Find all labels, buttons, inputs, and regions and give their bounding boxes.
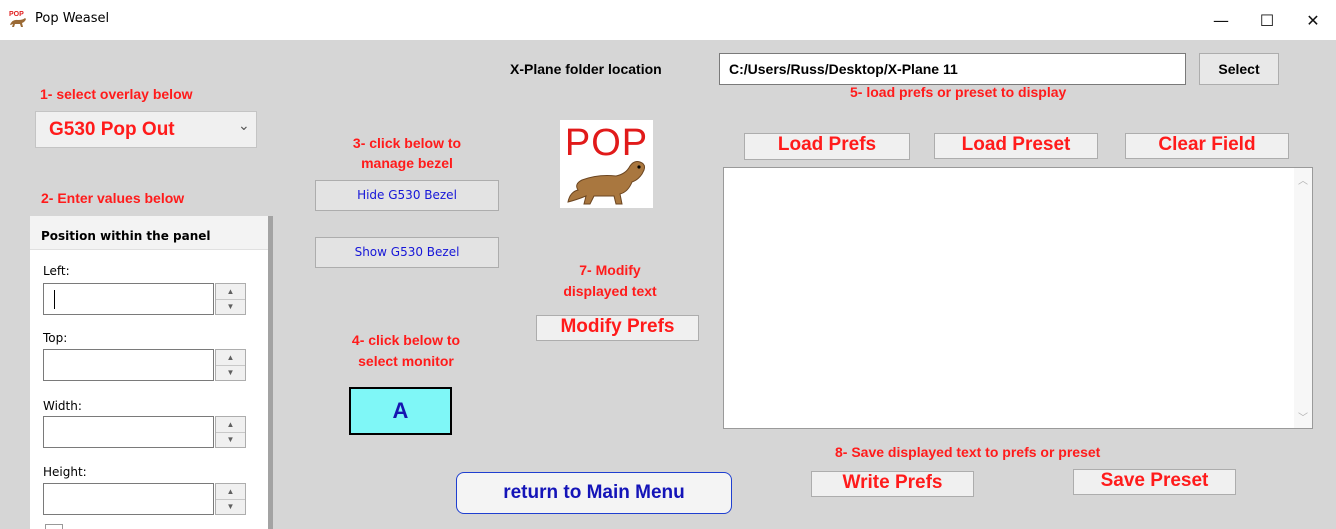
step3-label-line2: manage bezel — [361, 155, 453, 171]
stepper-up-icon[interactable]: ▲ — [216, 350, 245, 366]
stepper-down-icon[interactable]: ▼ — [216, 365, 245, 380]
step2-label: 2- Enter values below — [41, 190, 185, 206]
maximize-button[interactable]: ☐ — [1244, 0, 1290, 40]
pop-weasel-icon: POP — [9, 11, 26, 27]
stepper-up-icon[interactable]: ▲ — [216, 284, 245, 300]
main-client-area: X-Plane folder location C:/Users/Russ/De… — [0, 40, 1336, 529]
scroll-down-icon[interactable]: ﹀ — [1298, 409, 1308, 424]
step1-label: 1- select overlay below — [40, 86, 193, 102]
overlay-selected-value: G530 Pop Out — [49, 119, 175, 140]
return-main-menu-button[interactable]: return to Main Menu — [456, 472, 732, 514]
width-stepper[interactable]: ▲ ▼ — [215, 416, 246, 448]
width-input[interactable] — [43, 416, 214, 448]
step8-label: 8- Save displayed text to prefs or prese… — [835, 444, 1101, 460]
title-bar: POP Pop Weasel — ☐ ✕ — [0, 0, 1336, 40]
pop-logo: POP — [560, 120, 653, 208]
svg-text:POP: POP — [9, 11, 24, 18]
step3-label: 3- click below to manage bezel — [314, 133, 500, 173]
height-input[interactable] — [43, 483, 214, 515]
prefs-text-area[interactable]: ︿ ﹀ — [723, 167, 1313, 429]
show-bezel-button[interactable]: Show G530 Bezel — [315, 237, 499, 268]
scroll-up-icon[interactable]: ︿ — [1298, 172, 1308, 187]
load-preset-button[interactable]: Load Preset — [934, 133, 1098, 159]
stepper-down-icon[interactable]: ▼ — [216, 299, 245, 314]
window-title: Pop Weasel — [35, 11, 110, 26]
clear-field-button[interactable]: Clear Field — [1125, 133, 1289, 159]
hide-bezel-button[interactable]: Hide G530 Bezel — [315, 180, 499, 211]
step4-label-line2: select monitor — [358, 353, 454, 369]
modify-prefs-button[interactable]: Modify Prefs — [536, 315, 699, 341]
step4-label: 4- click below to select monitor — [313, 330, 499, 372]
folder-location-label: X-Plane folder location — [510, 61, 662, 77]
height-stepper[interactable]: ▲ ▼ — [215, 483, 246, 515]
step7-label-line1: 7- Modify — [579, 262, 641, 278]
left-stepper[interactable]: ▲ ▼ — [215, 283, 246, 315]
step5-label: 5- load prefs or preset to display — [850, 84, 1067, 100]
step7-label-line2: displayed text — [563, 283, 657, 299]
left-label: Left: — [43, 264, 70, 278]
step3-label-line1: 3- click below to — [352, 135, 462, 151]
width-label: Width: — [43, 399, 82, 413]
step4-label-line1: 4- click below to — [351, 332, 461, 348]
folder-path-field[interactable]: C:/Users/Russ/Desktop/X-Plane 11 — [719, 53, 1186, 85]
left-input[interactable] — [43, 283, 214, 315]
monitor-select-button[interactable]: A — [349, 387, 452, 435]
load-prefs-button[interactable]: Load Prefs — [744, 133, 910, 160]
top-label: Top: — [43, 331, 68, 345]
step7-label: 7- Modify displayed text — [530, 260, 690, 302]
top-stepper[interactable]: ▲ ▼ — [215, 349, 246, 381]
minimize-button[interactable]: — — [1198, 0, 1244, 40]
chevron-down-icon: ⌄ — [238, 117, 250, 133]
save-preset-button[interactable]: Save Preset — [1073, 469, 1236, 495]
close-button[interactable]: ✕ — [1290, 0, 1336, 40]
stepper-up-icon[interactable]: ▲ — [216, 417, 245, 433]
panel-checkbox[interactable] — [45, 524, 63, 529]
vertical-scrollbar[interactable]: ︿ ﹀ — [1294, 168, 1312, 428]
stepper-down-icon[interactable]: ▼ — [216, 432, 245, 447]
select-folder-button[interactable]: Select — [1199, 53, 1279, 85]
height-label: Height: — [43, 465, 87, 479]
stepper-down-icon[interactable]: ▼ — [216, 499, 245, 514]
panel-title: Position within the panel — [41, 229, 211, 243]
stepper-up-icon[interactable]: ▲ — [216, 484, 245, 500]
overlay-select[interactable]: G530 Pop Out ⌄ — [35, 111, 257, 148]
weasel-icon — [567, 161, 645, 205]
write-prefs-button[interactable]: Write Prefs — [811, 471, 974, 497]
top-input[interactable] — [43, 349, 214, 381]
